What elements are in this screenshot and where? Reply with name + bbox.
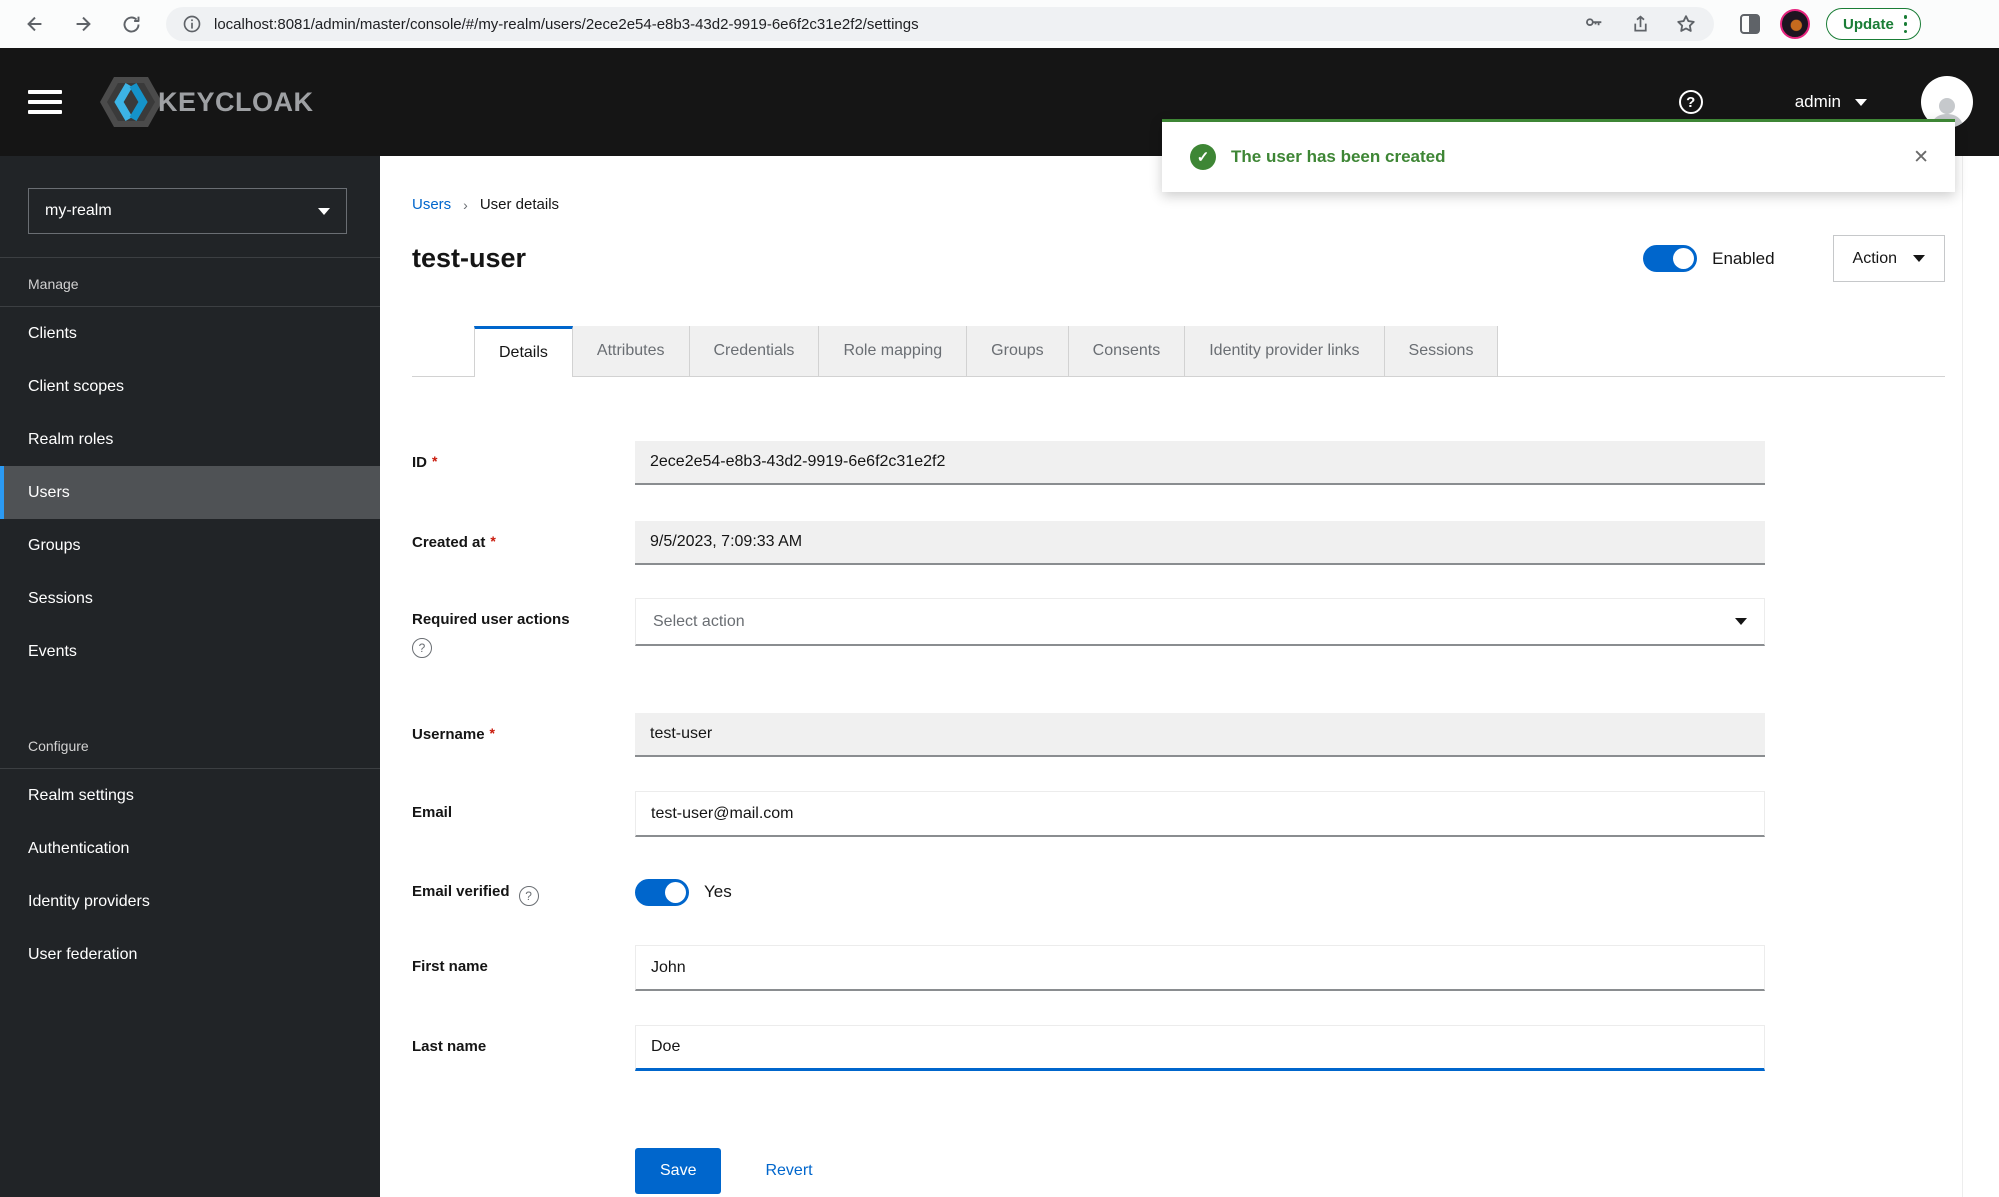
username-field-label: Username: [412, 713, 635, 743]
tab-sessions[interactable]: Sessions: [1384, 326, 1499, 377]
address-bar[interactable]: localhost:8081/admin/master/console/#/my…: [166, 7, 1714, 41]
browser-profile-avatar[interactable]: [1780, 9, 1810, 39]
created-at-field[interactable]: [635, 521, 1765, 565]
hamburger-menu-icon[interactable]: [28, 90, 62, 114]
email-field-label: Email: [412, 804, 453, 821]
sidebar-item-clients[interactable]: Clients: [0, 307, 380, 360]
user-menu-label[interactable]: admin: [1795, 92, 1841, 112]
sidebar-item-user-federation[interactable]: User federation: [0, 928, 380, 981]
tab-attributes[interactable]: Attributes: [572, 326, 690, 377]
browser-toolbar: localhost:8081/admin/master/console/#/my…: [0, 0, 1999, 48]
keycloak-hexagon-icon: [100, 77, 162, 127]
tab-role-mapping[interactable]: Role mapping: [819, 326, 968, 377]
select-caret-icon: [1735, 618, 1747, 625]
enabled-toggle-label: Enabled: [1712, 248, 1775, 268]
url-text: localhost:8081/admin/master/console/#/my…: [214, 15, 919, 33]
sidebar-item-sessions[interactable]: Sessions: [0, 572, 380, 625]
realm-selector-caret-icon: [318, 207, 330, 215]
revert-button[interactable]: Revert: [765, 1162, 812, 1180]
username-field[interactable]: [635, 713, 1765, 757]
email-verified-label: Email verified: [412, 870, 635, 906]
save-button[interactable]: Save: [635, 1148, 722, 1194]
toast-close-icon[interactable]: [1913, 146, 1929, 169]
sidebar-item-events[interactable]: Events: [0, 625, 380, 678]
first-name-field-label: First name: [412, 958, 488, 975]
required-user-actions-label: Required user actions: [412, 598, 635, 658]
realm-selector[interactable]: my-realm: [28, 188, 347, 234]
breadcrumb-separator-icon: ›: [463, 196, 468, 213]
chrome-update-button[interactable]: Update: [1826, 8, 1921, 40]
help-icon[interactable]: ?: [1678, 90, 1703, 114]
action-dropdown-caret-icon: [1913, 255, 1925, 262]
required-user-actions-help-icon[interactable]: [412, 638, 432, 658]
reload-icon[interactable]: [118, 11, 144, 37]
sidebar-item-authentication[interactable]: Authentication: [0, 822, 380, 875]
success-toast: The user has been created: [1162, 119, 1955, 192]
side-panel-icon[interactable]: [1740, 14, 1760, 34]
required-user-actions-select[interactable]: Select action: [635, 598, 1765, 646]
id-field[interactable]: [635, 441, 1765, 485]
tab-spacer: [412, 326, 474, 377]
created-at-field-label: Created at: [412, 521, 635, 551]
sidebar-item-users[interactable]: Users: [0, 466, 380, 519]
sidebar-item-identity-providers[interactable]: Identity providers: [0, 875, 380, 928]
success-check-icon: [1190, 144, 1216, 170]
share-icon[interactable]: [1628, 12, 1652, 36]
main-content: Users › User details test-user Enabled A…: [381, 156, 1999, 1197]
keycloak-logo: KEYCLOAK: [96, 71, 314, 133]
back-icon[interactable]: [22, 11, 48, 37]
update-label: Update: [1843, 15, 1894, 33]
sidebar-item-groups[interactable]: Groups: [0, 519, 380, 572]
email-verified-state: Yes: [704, 882, 732, 901]
action-dropdown[interactable]: Action: [1832, 235, 1945, 282]
bookmark-star-icon[interactable]: [1674, 12, 1698, 36]
sidebar-section-configure: Configure: [28, 738, 89, 754]
tab-groups[interactable]: Groups: [967, 326, 1069, 377]
tab-identity-provider-links[interactable]: Identity provider links: [1185, 326, 1385, 377]
enabled-toggle[interactable]: [1643, 245, 1698, 272]
breadcrumb-current: User details: [479, 196, 560, 213]
email-field[interactable]: [635, 791, 1765, 837]
id-field-label: ID: [412, 441, 635, 471]
tab-consents[interactable]: Consents: [1068, 326, 1186, 377]
sidebar-item-realm-roles[interactable]: Realm roles: [0, 413, 380, 466]
required-user-actions-placeholder: Select action: [653, 612, 745, 630]
last-name-field[interactable]: [635, 1025, 1765, 1071]
password-key-icon[interactable]: [1582, 12, 1606, 36]
email-verified-help-icon[interactable]: [518, 886, 539, 906]
user-details-form: ID Created at Required user actions Sele…: [412, 441, 1945, 1194]
browser-menu-icon[interactable]: [1903, 15, 1908, 33]
tab-credentials[interactable]: Credentials: [689, 326, 820, 377]
sidebar: my-realm Manage Clients Client scopes Re…: [0, 156, 380, 1197]
tab-details[interactable]: Details: [474, 326, 573, 377]
forward-icon[interactable]: [70, 11, 96, 37]
breadcrumb-users-link[interactable]: Users: [412, 196, 451, 213]
breadcrumb: Users › User details: [412, 196, 1945, 213]
sidebar-item-client-scopes[interactable]: Client scopes: [0, 360, 380, 413]
tab-fill: [1498, 326, 1945, 377]
site-info-icon[interactable]: [182, 14, 202, 34]
sidebar-section-manage: Manage: [28, 276, 79, 292]
toast-message: The user has been created: [1231, 147, 1446, 166]
action-dropdown-label: Action: [1852, 249, 1897, 267]
content-right-edge: [1962, 156, 1963, 1197]
keycloak-wordmark: KEYCLOAK: [158, 86, 314, 117]
page-title: test-user: [412, 243, 527, 273]
realm-selector-value: my-realm: [45, 202, 112, 219]
email-verified-toggle[interactable]: [635, 878, 689, 906]
tab-bar: Details Attributes Credentials Role mapp…: [412, 326, 1945, 377]
first-name-field[interactable]: [635, 945, 1765, 991]
last-name-field-label: Last name: [412, 1038, 487, 1055]
sidebar-item-realm-settings[interactable]: Realm settings: [0, 769, 380, 822]
user-menu-caret-icon[interactable]: [1855, 98, 1867, 106]
